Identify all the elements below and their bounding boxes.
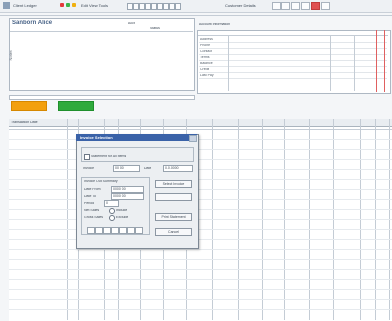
notes-label: Notes — [9, 50, 13, 61]
client-name: Sanborn Alice — [12, 20, 53, 26]
date-to-label: Date To — [84, 195, 96, 198]
grid-row-line — [9, 239, 392, 240]
app-icon — [3, 2, 10, 9]
header-meta-1: Acct — [128, 22, 135, 25]
print-statement-button[interactable]: Print Statement — [155, 213, 192, 221]
statement-checkbox[interactable] — [84, 154, 90, 160]
nav-next-button[interactable] — [127, 227, 135, 234]
grid-row-line — [9, 259, 392, 260]
info-table-title: Account Information — [199, 23, 231, 26]
gross-sales-label: Gross Sales — [84, 216, 104, 219]
header-meta-2: Status — [150, 27, 160, 30]
info-col-divider — [228, 36, 229, 91]
help-icon[interactable] — [321, 2, 330, 10]
grid-row-line — [9, 199, 392, 200]
date-from-field[interactable]: 0000 00 — [111, 186, 144, 193]
mode-label: Customer Details — [225, 3, 256, 8]
info-col-divider — [330, 36, 331, 91]
info-row-label: Terms — [200, 56, 210, 59]
grid-row-line — [9, 289, 392, 290]
dialog-close-icon[interactable] — [189, 135, 197, 142]
grid-row-line — [9, 159, 392, 160]
info-row-label: Phone — [200, 44, 211, 47]
period-label: Period — [84, 202, 95, 205]
options-icon[interactable] — [301, 2, 310, 10]
maximize-icon[interactable] — [281, 2, 290, 10]
header-input[interactable] — [9, 95, 195, 100]
grid-row-line — [9, 189, 392, 190]
include-radio[interactable] — [109, 208, 115, 214]
status-green-icon — [66, 3, 70, 7]
grid-row-line — [9, 169, 392, 170]
invoice-label: Invoice — [83, 167, 95, 170]
info-row-label: Last Pay — [200, 74, 214, 77]
nav-page-1-button[interactable] — [103, 227, 111, 234]
nav-page-3-button[interactable] — [119, 227, 127, 234]
notes-panel[interactable] — [9, 18, 195, 91]
select-invoice-button[interactable]: Select Invoice — [155, 180, 192, 188]
date-to-field[interactable]: 0000 00 — [111, 193, 144, 200]
toolbar-divider — [0, 15, 392, 16]
period-field[interactable]: 0 — [104, 200, 119, 207]
close-icon[interactable] — [311, 2, 320, 10]
status-red-icon — [60, 3, 64, 7]
include-label: Include — [116, 209, 128, 212]
info-row-label: Balance — [200, 62, 213, 65]
restore-icon[interactable] — [291, 2, 300, 10]
summary-group-label: Invoice Out Summary — [84, 180, 118, 183]
grid-row-line — [9, 209, 392, 210]
info-row-label: Credit — [200, 68, 210, 71]
nav-page-2-button[interactable] — [111, 227, 119, 234]
exclude-label: Exclude — [116, 216, 129, 219]
info-col-divider — [354, 36, 355, 91]
grid-row-line — [9, 139, 392, 140]
toolbar-button-9[interactable] — [175, 3, 181, 10]
notes-header-divider — [10, 31, 193, 32]
date-from-label: Date From — [84, 188, 101, 191]
grid-row-line — [9, 269, 392, 270]
grid-col-header-date[interactable]: Transaction Date — [11, 121, 38, 125]
grid-row-line — [9, 309, 392, 310]
date-field[interactable]: 0.0.0000 — [163, 165, 193, 172]
nav-last-button[interactable] — [135, 227, 143, 234]
window-title: Client Ledger — [13, 3, 37, 8]
cancel-button[interactable]: Cancel — [155, 228, 192, 236]
nav-first-button[interactable] — [87, 227, 95, 234]
grid-row-line — [9, 229, 392, 230]
menu-text[interactable]: Edit View Tools — [81, 4, 108, 8]
invoice-field[interactable]: 00 00 — [113, 165, 140, 172]
status-amber-icon — [72, 3, 76, 7]
primary-button[interactable] — [11, 101, 47, 111]
secondary-button[interactable] — [58, 101, 94, 111]
net-sales-label: Net Sales — [84, 209, 100, 212]
grid-row-line — [9, 149, 392, 150]
dialog-title: Invoice Selection — [80, 135, 113, 140]
blank-button[interactable] — [155, 193, 192, 201]
statement-checkbox-label: Statement for All Items — [91, 154, 127, 158]
info-red-divider — [376, 30, 377, 92]
date-label: Date — [144, 167, 152, 170]
info-row-label: Address — [200, 38, 213, 41]
title-bar — [0, 0, 392, 13]
grid-row-line — [9, 219, 392, 220]
grid-row-line — [9, 179, 392, 180]
info-head-line — [198, 35, 388, 36]
grid-row-line — [9, 279, 392, 280]
grid-row-line — [9, 249, 392, 250]
info-red-divider — [384, 30, 385, 92]
grid-row-line — [9, 299, 392, 300]
exclude-radio[interactable] — [109, 215, 115, 221]
minimize-icon[interactable] — [272, 2, 281, 10]
nav-prev-button[interactable] — [95, 227, 103, 234]
info-row-label: Contact — [200, 50, 213, 53]
